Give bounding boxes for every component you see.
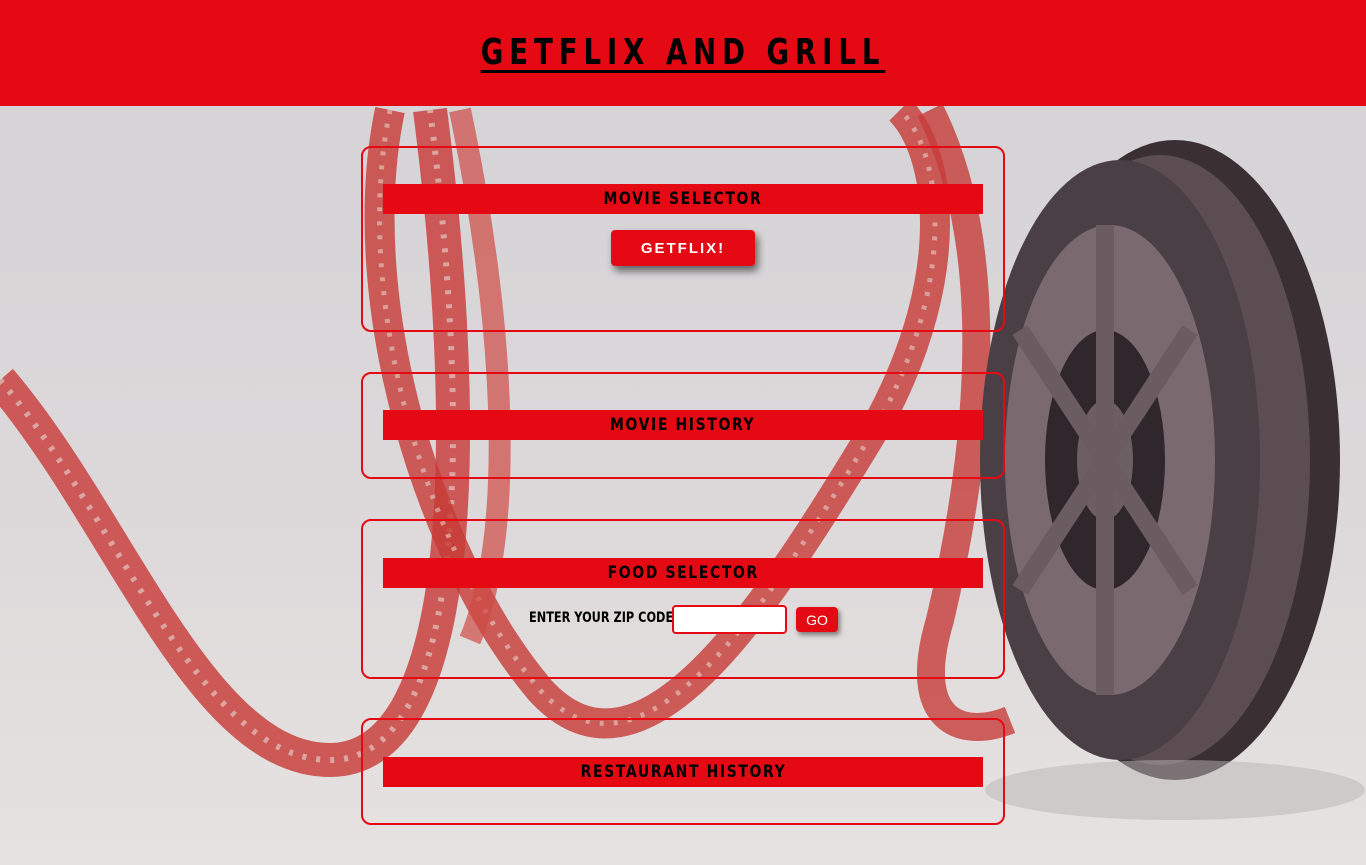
food-selector-title: FOOD SELECTOR: [607, 563, 759, 583]
movie-selector-card: MOVIE SELECTOR GETFLIX!: [361, 146, 1005, 332]
movie-history-card: MOVIE HISTORY: [361, 372, 1005, 479]
restaurant-history-header: RESTAURANT HISTORY: [383, 757, 983, 787]
food-selector-card: FOOD SELECTOR ENTER YOUR ZIP CODE: GO: [361, 519, 1005, 679]
site-header: GETFLIX AND GRILL: [0, 0, 1366, 106]
movie-history-header: MOVIE HISTORY: [383, 410, 983, 440]
getflix-button[interactable]: GETFLIX!: [611, 230, 755, 266]
movie-history-title: MOVIE HISTORY: [610, 415, 756, 435]
restaurant-history-title: RESTAURANT HISTORY: [580, 762, 786, 782]
movie-selector-title: MOVIE SELECTOR: [603, 189, 763, 209]
zip-code-label: ENTER YOUR ZIP CODE:: [529, 610, 678, 626]
movie-selector-header: MOVIE SELECTOR: [383, 184, 983, 214]
site-title: GETFLIX AND GRILL: [480, 31, 886, 73]
go-button[interactable]: GO: [796, 607, 838, 632]
restaurant-history-card: RESTAURANT HISTORY: [361, 718, 1005, 825]
zip-code-input[interactable]: [672, 605, 787, 634]
food-selector-header: FOOD SELECTOR: [383, 558, 983, 588]
zip-code-row: ENTER YOUR ZIP CODE: GO: [363, 605, 1003, 635]
